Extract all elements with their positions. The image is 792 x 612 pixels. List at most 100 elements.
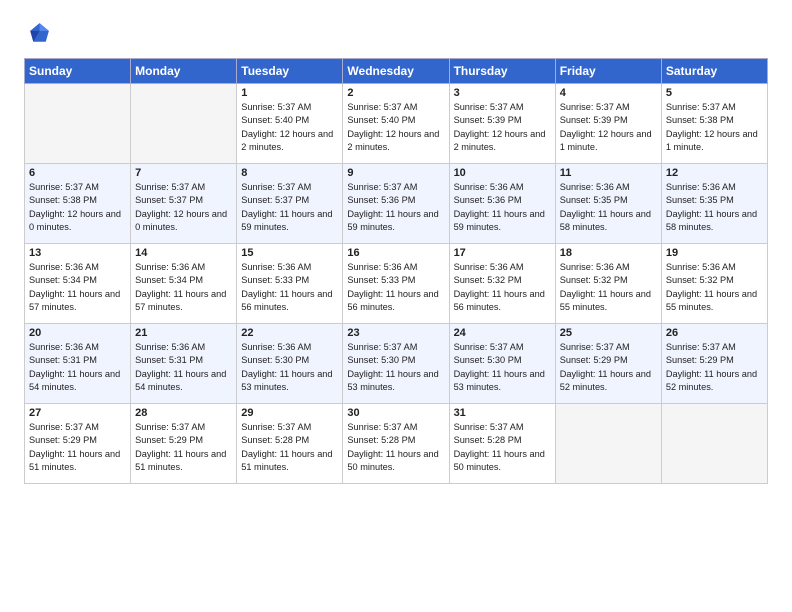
calendar-cell: 14 Sunrise: 5:36 AMSunset: 5:34 PMDayligh…: [131, 244, 237, 324]
day-number: 23: [347, 327, 444, 339]
day-number: 11: [560, 167, 657, 179]
calendar-cell: 3 Sunrise: 5:37 AMSunset: 5:39 PMDaylight…: [449, 84, 555, 164]
calendar-cell: 31 Sunrise: 5:37 AMSunset: 5:28 PMDayligh…: [449, 404, 555, 484]
calendar-cell: 28Sunrise: 5:37 AMSunset: 5:29 PMDayligh…: [131, 404, 237, 484]
day-info: Sunrise: 5:37 AMSunset: 5:28 PMDaylight:…: [241, 421, 338, 474]
calendar-cell: 12Sunrise: 5:36 AMSunset: 5:35 PMDayligh…: [661, 164, 767, 244]
calendar-cell: 1Sunrise: 5:37 AMSunset: 5:40 PMDaylight…: [237, 84, 343, 164]
day-number: 27: [29, 407, 126, 419]
calendar-cell: 27 Sunrise: 5:37 AMSunset: 5:29 PMDayligh…: [25, 404, 131, 484]
day-info: Sunrise: 5:37 AMSunset: 5:30 PMDaylight:…: [454, 341, 551, 394]
weekday-header-monday: Monday: [131, 59, 237, 84]
day-number: 14: [135, 247, 232, 259]
calendar-week-row: 27 Sunrise: 5:37 AMSunset: 5:29 PMDayligh…: [25, 404, 768, 484]
weekday-header-saturday: Saturday: [661, 59, 767, 84]
weekday-header-thursday: Thursday: [449, 59, 555, 84]
day-number: 21: [135, 327, 232, 339]
day-info: Sunrise: 5:37 AMSunset: 5:29 PMDaylight:…: [666, 341, 763, 394]
day-info: Sunrise: 5:37 AMSunset: 5:29 PMDaylight:…: [29, 421, 126, 474]
day-number: 16: [347, 247, 444, 259]
day-number: 3: [454, 87, 551, 99]
day-number: 18: [560, 247, 657, 259]
day-number: 24: [454, 327, 551, 339]
day-info: Sunrise: 5:37 AMSunset: 5:28 PMDaylight:…: [454, 421, 551, 474]
calendar-cell: 6Sunrise: 5:37 AMSunset: 5:38 PMDaylight…: [25, 164, 131, 244]
calendar-cell: 7Sunrise: 5:37 AMSunset: 5:37 PMDaylight…: [131, 164, 237, 244]
calendar-cell: 4 Sunrise: 5:37 AMSunset: 5:39 PMDaylight…: [555, 84, 661, 164]
day-number: 17: [454, 247, 551, 259]
day-number: 6: [29, 167, 126, 179]
calendar-cell: 24 Sunrise: 5:37 AMSunset: 5:30 PMDayligh…: [449, 324, 555, 404]
calendar-cell: 15 Sunrise: 5:36 AMSunset: 5:33 PMDayligh…: [237, 244, 343, 324]
day-number: 8: [241, 167, 338, 179]
day-number: 31: [454, 407, 551, 419]
day-info: Sunrise: 5:37 AMSunset: 5:40 PMDaylight:…: [347, 101, 444, 154]
calendar-cell: 17 Sunrise: 5:36 AMSunset: 5:32 PMDayligh…: [449, 244, 555, 324]
calendar-cell: 19 Sunrise: 5:36 AMSunset: 5:32 PMDayligh…: [661, 244, 767, 324]
calendar-week-row: 6Sunrise: 5:37 AMSunset: 5:38 PMDaylight…: [25, 164, 768, 244]
day-info: Sunrise: 5:36 AMSunset: 5:32 PMDaylight:…: [560, 261, 657, 314]
calendar-cell: 5Sunrise: 5:37 AMSunset: 5:38 PMDaylight…: [661, 84, 767, 164]
day-info: Sunrise: 5:37 AMSunset: 5:28 PMDaylight:…: [347, 421, 444, 474]
day-number: 1: [241, 87, 338, 99]
calendar-cell: [555, 404, 661, 484]
calendar-cell: 30 Sunrise: 5:37 AMSunset: 5:28 PMDayligh…: [343, 404, 449, 484]
day-number: 15: [241, 247, 338, 259]
day-info: Sunrise: 5:37 AMSunset: 5:39 PMDaylight:…: [560, 101, 657, 154]
day-number: 2: [347, 87, 444, 99]
calendar-cell: 18 Sunrise: 5:36 AMSunset: 5:32 PMDayligh…: [555, 244, 661, 324]
day-number: 13: [29, 247, 126, 259]
calendar-cell: [661, 404, 767, 484]
day-number: 19: [666, 247, 763, 259]
day-info: Sunrise: 5:36 AMSunset: 5:31 PMDaylight:…: [135, 341, 232, 394]
calendar-cell: [131, 84, 237, 164]
day-info: Sunrise: 5:36 AMSunset: 5:32 PMDaylight:…: [666, 261, 763, 314]
calendar-cell: 9Sunrise: 5:37 AMSunset: 5:36 PMDaylight…: [343, 164, 449, 244]
day-number: 29: [241, 407, 338, 419]
day-info: Sunrise: 5:37 AMSunset: 5:39 PMDaylight:…: [454, 101, 551, 154]
day-info: Sunrise: 5:36 AMSunset: 5:33 PMDaylight:…: [241, 261, 338, 314]
day-info: Sunrise: 5:36 AMSunset: 5:35 PMDaylight:…: [560, 181, 657, 234]
day-info: Sunrise: 5:37 AMSunset: 5:37 PMDaylight:…: [241, 181, 338, 234]
day-number: 4: [560, 87, 657, 99]
calendar-cell: 25Sunrise: 5:37 AMSunset: 5:29 PMDayligh…: [555, 324, 661, 404]
weekday-header-friday: Friday: [555, 59, 661, 84]
logo: [24, 20, 56, 48]
calendar-table: SundayMondayTuesdayWednesdayThursdayFrid…: [24, 58, 768, 484]
calendar-cell: 10Sunrise: 5:36 AMSunset: 5:36 PMDayligh…: [449, 164, 555, 244]
calendar-cell: 22 Sunrise: 5:36 AMSunset: 5:30 PMDayligh…: [237, 324, 343, 404]
day-info: Sunrise: 5:36 AMSunset: 5:30 PMDaylight:…: [241, 341, 338, 394]
day-number: 9: [347, 167, 444, 179]
calendar-cell: 2 Sunrise: 5:37 AMSunset: 5:40 PMDaylight…: [343, 84, 449, 164]
calendar-cell: 23 Sunrise: 5:37 AMSunset: 5:30 PMDayligh…: [343, 324, 449, 404]
calendar-cell: 8 Sunrise: 5:37 AMSunset: 5:37 PMDaylight…: [237, 164, 343, 244]
day-number: 22: [241, 327, 338, 339]
page: SundayMondayTuesdayWednesdayThursdayFrid…: [0, 0, 792, 500]
calendar-cell: [25, 84, 131, 164]
calendar-week-row: 20 Sunrise: 5:36 AMSunset: 5:31 PMDayligh…: [25, 324, 768, 404]
weekday-header-tuesday: Tuesday: [237, 59, 343, 84]
calendar-cell: 13 Sunrise: 5:36 AMSunset: 5:34 PMDayligh…: [25, 244, 131, 324]
day-number: 20: [29, 327, 126, 339]
day-info: Sunrise: 5:36 AMSunset: 5:36 PMDaylight:…: [454, 181, 551, 234]
day-info: Sunrise: 5:36 AMSunset: 5:32 PMDaylight:…: [454, 261, 551, 314]
day-info: Sunrise: 5:36 AMSunset: 5:35 PMDaylight:…: [666, 181, 763, 234]
day-info: Sunrise: 5:37 AMSunset: 5:37 PMDaylight:…: [135, 181, 232, 234]
header: [24, 20, 768, 48]
day-info: Sunrise: 5:37 AMSunset: 5:29 PMDaylight:…: [135, 421, 232, 474]
day-info: Sunrise: 5:36 AMSunset: 5:34 PMDaylight:…: [29, 261, 126, 314]
day-number: 26: [666, 327, 763, 339]
day-info: Sunrise: 5:36 AMSunset: 5:34 PMDaylight:…: [135, 261, 232, 314]
calendar-cell: 11 Sunrise: 5:36 AMSunset: 5:35 PMDayligh…: [555, 164, 661, 244]
calendar-cell: 20Sunrise: 5:36 AMSunset: 5:31 PMDayligh…: [25, 324, 131, 404]
calendar-week-row: 1 Sunrise: 5:37 AMSunset: 5:40 PMDaylight…: [25, 84, 768, 164]
weekday-header-row: SundayMondayTuesdayWednesdayThursdayFrid…: [25, 59, 768, 84]
day-number: 30: [347, 407, 444, 419]
day-number: 5: [666, 87, 763, 99]
weekday-header-sunday: Sunday: [25, 59, 131, 84]
day-number: 25: [560, 327, 657, 339]
calendar-cell: 29 Sunrise: 5:37 AMSunset: 5:28 PMDayligh…: [237, 404, 343, 484]
calendar-week-row: 13 Sunrise: 5:36 AMSunset: 5:34 PMDayligh…: [25, 244, 768, 324]
calendar-cell: 26 Sunrise: 5:37 AMSunset: 5:29 PMDayligh…: [661, 324, 767, 404]
day-info: Sunrise: 5:37 AMSunset: 5:30 PMDaylight:…: [347, 341, 444, 394]
